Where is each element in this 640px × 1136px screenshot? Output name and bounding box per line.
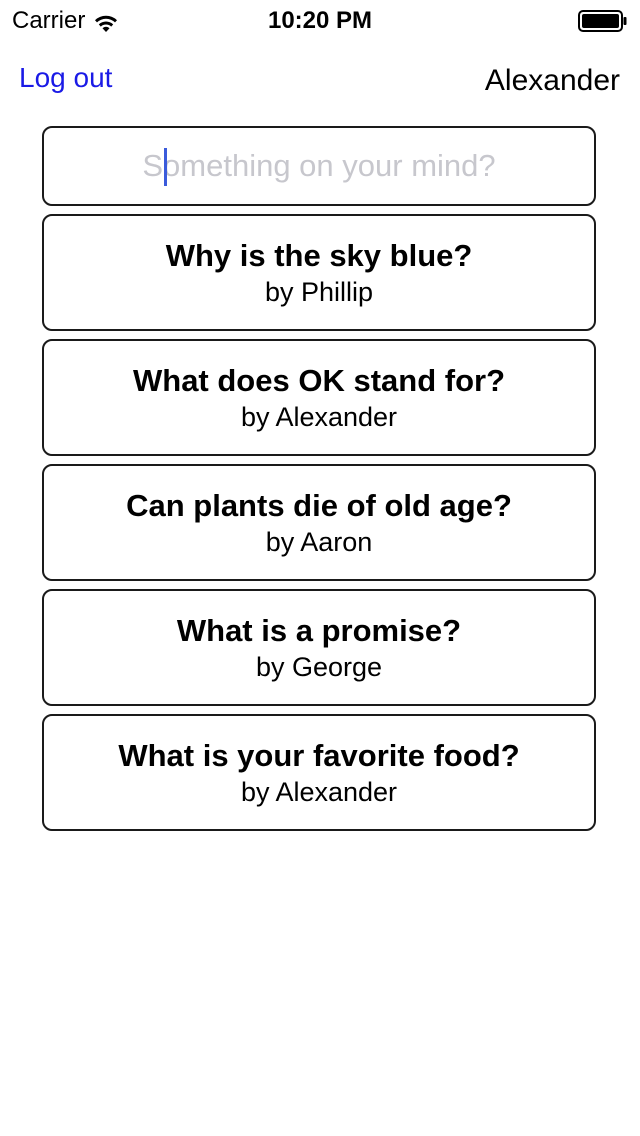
- question-title: What is a promise?: [176, 612, 462, 648]
- text-cursor: [164, 148, 167, 186]
- battery-icon: [578, 10, 628, 32]
- logout-button[interactable]: Log out: [19, 60, 112, 96]
- question-card[interactable]: What is your favorite food? by Alexander: [42, 714, 596, 831]
- question-input[interactable]: [44, 128, 594, 204]
- current-user-name: Alexander: [484, 64, 620, 97]
- app-screen: Carrier 10:20 PM Log out Alexander Somet…: [0, 0, 640, 1136]
- question-card[interactable]: Why is the sky blue? by Phillip: [42, 214, 596, 331]
- question-card[interactable]: What is a promise? by George: [42, 589, 596, 706]
- question-author: by Alexander: [240, 776, 398, 807]
- question-card[interactable]: Can plants die of old age? by Aaron: [42, 464, 596, 581]
- question-author: by Phillip: [264, 276, 374, 307]
- question-author: by Aaron: [265, 526, 373, 557]
- question-list: Why is the sky blue? by Phillip What doe…: [42, 214, 596, 839]
- question-title: What does OK stand for?: [133, 362, 505, 398]
- question-author: by Alexander: [240, 401, 398, 432]
- question-title: Why is the sky blue?: [165, 237, 473, 273]
- compose-field-container[interactable]: [42, 126, 596, 206]
- question-title: What is your favorite food?: [118, 737, 520, 773]
- status-bar: Carrier 10:20 PM: [0, 0, 640, 40]
- question-title: Can plants die of old age?: [126, 487, 512, 523]
- question-card[interactable]: What does OK stand for? by Alexander: [42, 339, 596, 456]
- question-author: by George: [255, 651, 383, 682]
- status-time: 10:20 PM: [267, 7, 373, 34]
